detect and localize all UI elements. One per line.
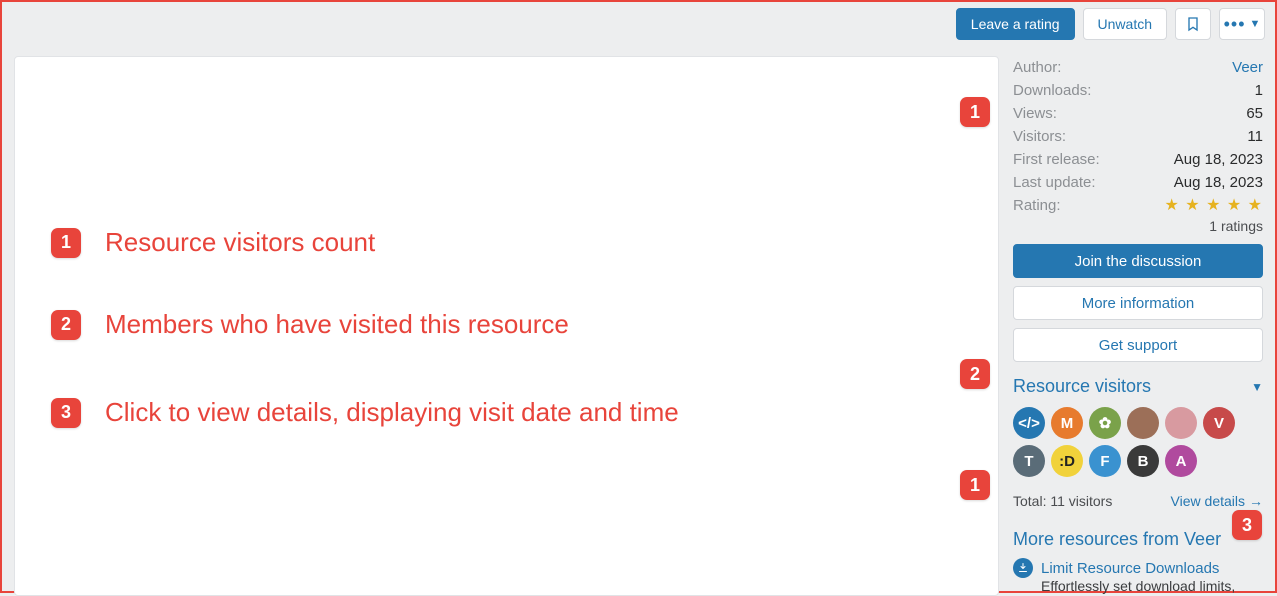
callout-1: 1 Resource visitors count [51, 227, 375, 258]
first-release-label: First release: [1013, 149, 1100, 170]
more-resources-section: More resources from Veer Limit Resource … [1013, 523, 1263, 594]
caret-down-icon: ▼ [1251, 380, 1263, 394]
author-label: Author: [1013, 57, 1061, 78]
last-update-label: Last update: [1013, 172, 1096, 193]
more-resource-item[interactable]: Limit Resource Downloads [1013, 558, 1263, 578]
marker-1a: 1 [960, 97, 990, 127]
download-icon [1013, 558, 1033, 578]
visitors-section: Resource visitors ▼ </>M✿ V T:DFBA Total: … [1013, 376, 1263, 509]
visitor-total: Total: 11 visitors [1013, 493, 1112, 509]
callout-3: 3 Click to view details, displaying visi… [51, 397, 679, 428]
callout-text-3: Click to view details, displaying visit … [105, 397, 679, 428]
info-row-downloads: Downloads: 1 [1013, 79, 1263, 102]
downloads-label: Downloads: [1013, 80, 1091, 101]
downloads-value: 1 [1255, 80, 1263, 101]
topbar: Leave a rating Unwatch ••• ▼ [2, 2, 1275, 46]
unwatch-button[interactable]: Unwatch [1083, 8, 1167, 40]
visitors-label: Visitors: [1013, 126, 1066, 147]
view-details-label: View details [1171, 493, 1245, 509]
info-row-visitors: Visitors: 11 [1013, 125, 1263, 148]
callout-text-1: Resource visitors count [105, 227, 375, 258]
info-block: Author: Veer Downloads: 1 Views: 65 Visi… [1013, 56, 1263, 362]
views-label: Views: [1013, 103, 1057, 124]
arrow-right-icon: → [1249, 493, 1263, 509]
visitors-value: 11 [1247, 126, 1263, 147]
callout-badge-2: 2 [51, 310, 81, 340]
visitor-avatar[interactable]: A [1165, 445, 1197, 477]
first-release-value: Aug 18, 2023 [1174, 149, 1263, 170]
visitor-avatar[interactable]: V [1203, 407, 1235, 439]
visitor-avatar[interactable] [1165, 407, 1197, 439]
sidebar: Author: Veer Downloads: 1 Views: 65 Visi… [1013, 56, 1263, 596]
callout-badge-1: 1 [51, 228, 81, 258]
join-discussion-button[interactable]: Join the discussion [1013, 244, 1263, 278]
info-row-views: Views: 65 [1013, 102, 1263, 125]
view-details-link[interactable]: View details → [1171, 493, 1263, 509]
visitor-avatar[interactable]: T [1013, 445, 1045, 477]
views-value: 65 [1246, 103, 1263, 124]
rating-label: Rating: [1013, 195, 1061, 217]
callout-badge-3: 3 [51, 398, 81, 428]
caret-down-icon: ▼ [1250, 18, 1261, 30]
visitor-avatar[interactable] [1127, 407, 1159, 439]
author-link[interactable]: Veer [1232, 57, 1263, 78]
bookmark-icon [1185, 16, 1201, 32]
visitors-section-title: Resource visitors [1013, 376, 1151, 397]
more-resources-title: More resources from Veer [1013, 529, 1263, 550]
bookmark-button[interactable] [1175, 8, 1211, 40]
ratings-count: 1 ratings [1013, 218, 1263, 234]
get-support-button[interactable]: Get support [1013, 328, 1263, 362]
visitor-avatar[interactable]: </> [1013, 407, 1045, 439]
content-area: 1 Resource visitors count 2 Members who … [2, 46, 1275, 596]
rating-stars: ★ ★ ★ ★ ★ [1165, 195, 1264, 217]
info-row-first-release: First release: Aug 18, 2023 [1013, 148, 1263, 171]
leave-rating-button[interactable]: Leave a rating [956, 8, 1075, 40]
visitor-avatar[interactable]: F [1089, 445, 1121, 477]
more-resource-item-title: Limit Resource Downloads [1041, 560, 1219, 577]
callout-2: 2 Members who have visited this resource [51, 309, 569, 340]
visitor-avatar[interactable]: M [1051, 407, 1083, 439]
callout-text-2: Members who have visited this resource [105, 309, 569, 340]
marker-2a: 2 [960, 359, 990, 389]
action-buttons: Join the discussion More information Get… [1013, 244, 1263, 362]
visitor-avatars: </>M✿ V T:DFBA [1013, 407, 1263, 477]
visitor-avatar[interactable]: ✿ [1089, 407, 1121, 439]
info-row-last-update: Last update: Aug 18, 2023 [1013, 171, 1263, 194]
visitor-avatar[interactable]: :D [1051, 445, 1083, 477]
last-update-value: Aug 18, 2023 [1174, 172, 1263, 193]
info-row-author: Author: Veer [1013, 56, 1263, 79]
more-resource-item-desc: Effortlessly set download limits, [1041, 578, 1263, 594]
more-information-button[interactable]: More information [1013, 286, 1263, 320]
visitor-avatar[interactable]: B [1127, 445, 1159, 477]
more-actions-button[interactable]: ••• ▼ [1219, 8, 1265, 40]
marker-3a: 3 [1232, 510, 1262, 540]
marker-1b: 1 [960, 470, 990, 500]
visitor-footer: Total: 11 visitors View details → [1013, 493, 1263, 509]
info-row-rating: Rating: ★ ★ ★ ★ ★ [1013, 194, 1263, 218]
visitors-section-header[interactable]: Resource visitors ▼ [1013, 376, 1263, 397]
ellipsis-icon: ••• [1224, 14, 1246, 35]
main-panel: 1 Resource visitors count 2 Members who … [14, 56, 999, 596]
